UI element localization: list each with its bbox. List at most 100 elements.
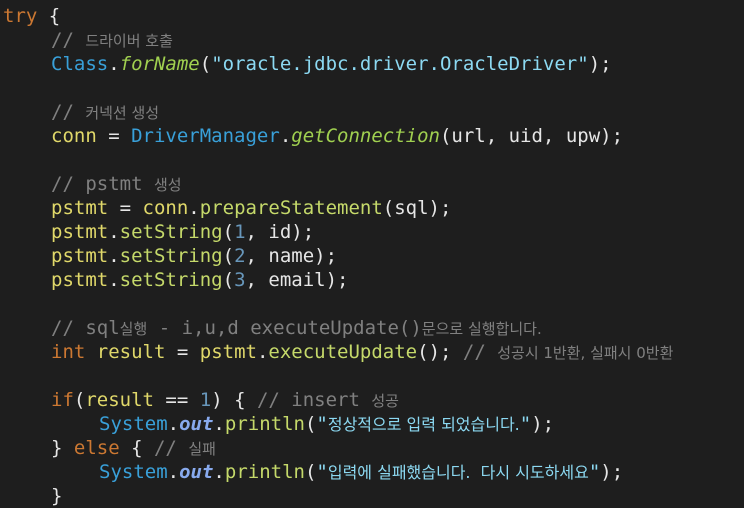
code-token: , id); <box>245 221 315 243</box>
code-token: = <box>108 197 143 219</box>
comment-text: 커넥션 생성 <box>85 104 160 122</box>
code-line-17: if(result == 1) { // insert 성공 <box>0 388 399 412</box>
keyword-else: else <box>73 437 120 459</box>
class-name: System <box>99 461 168 483</box>
number-literal: 1 <box>234 221 246 243</box>
comment: // sql실행 - i,u,d executeUpdate()문으로 실행합니… <box>51 317 542 339</box>
code-editor[interactable]: try { // 드라이버 호출 Class.forName("oracle.j… <box>0 0 744 508</box>
code-token: . <box>108 245 120 267</box>
comment-text: // <box>51 29 86 51</box>
code-token: . <box>108 269 120 291</box>
number-literal: 2 <box>234 245 246 267</box>
comment-text: 성공 <box>371 392 399 410</box>
comment-text: 실행 <box>119 320 148 338</box>
code-token: ( <box>199 53 212 75</box>
code-line-6: conn = DriverManager.getConnection(url, … <box>0 124 623 148</box>
code-token: } <box>51 437 74 459</box>
method-name: prepareStatement <box>199 197 383 219</box>
method-name: getConnection <box>291 125 440 147</box>
code-token: ); <box>600 461 624 483</box>
string-text: 정상적으로 입력 되었습니다. <box>327 415 520 434</box>
comment-text: 실패 <box>188 440 216 458</box>
code-token: . <box>279 125 292 147</box>
field-name: out <box>179 461 214 483</box>
code-token: . <box>108 221 120 243</box>
code-token: { <box>119 437 154 459</box>
code-token: . <box>188 197 200 219</box>
code-line-3: Class.forName("oracle.jdbc.driver.Oracle… <box>0 52 612 76</box>
code-token: ( <box>222 245 235 267</box>
variable-name: conn <box>142 197 189 219</box>
code-token: (sql); <box>382 197 452 219</box>
keyword-int: int <box>51 341 86 363</box>
class-name: System <box>99 413 168 435</box>
variable-name: pstmt <box>51 245 109 267</box>
string-text: " <box>316 461 328 483</box>
code-line-8: // pstmt 생성 <box>0 172 182 196</box>
comment: // 실패 <box>154 437 216 459</box>
comment-text: 문으로 실행합니다. <box>421 320 542 338</box>
method-name: setString <box>119 245 223 267</box>
code-line-11: pstmt.setString(2, name); <box>0 244 337 268</box>
comment-text: 생성 <box>153 176 182 194</box>
comment: // 커넥션 생성 <box>51 101 159 123</box>
code-token: (); <box>417 341 463 363</box>
method-name: setString <box>119 269 223 291</box>
code-line-9: pstmt = conn.prepareStatement(sql); <box>0 196 451 220</box>
class-name: Class <box>51 53 109 75</box>
class-name: DriverManager <box>131 125 280 147</box>
code-token: . <box>108 53 120 75</box>
comment-text: // <box>153 437 189 459</box>
code-line-14: // sql실행 - i,u,d executeUpdate()문으로 실행합니… <box>0 316 542 340</box>
string-text: 입력에 실패했습니다. 다시 시도하세요 <box>327 463 589 482</box>
code-token: } <box>51 485 63 507</box>
method-name: executeUpdate <box>268 341 418 363</box>
method-name: println <box>224 413 305 435</box>
code-token: ); <box>588 53 612 75</box>
code-token: ( <box>304 413 317 435</box>
code-token: . <box>213 413 225 435</box>
code-line-15: int result = pstmt.executeUpdate(); // 성… <box>0 340 673 364</box>
code-token: ( <box>304 461 317 483</box>
string-literal: "oracle.jdbc.driver.OracleDriver" <box>211 53 589 75</box>
keyword-if: if <box>51 389 74 411</box>
comment-text: // pstmt <box>51 173 154 195</box>
field-name: out <box>179 413 214 435</box>
comment-text: // <box>51 101 86 123</box>
code-token: ( <box>73 389 86 411</box>
code-token: = <box>96 125 132 147</box>
string-text: " <box>588 461 601 483</box>
variable-name: pstmt <box>199 341 257 363</box>
string-text: " <box>316 413 328 435</box>
method-name: forName <box>119 53 200 75</box>
variable-name: conn <box>51 125 97 147</box>
comment-text: 성공시 1반환, 실패시 0반환 <box>497 344 674 362</box>
code-token: (url, uid, upw); <box>439 125 624 147</box>
comment: // pstmt 생성 <box>51 173 182 195</box>
code-token: . <box>213 461 225 483</box>
code-token: ) { <box>211 389 257 411</box>
code-line-12: pstmt.setString(3, email); <box>0 268 348 292</box>
code-token: . <box>167 413 180 435</box>
comment-text: - i,u,d executeUpdate() <box>147 317 422 339</box>
variable-name: pstmt <box>51 269 109 291</box>
code-line-2: // 드라이버 호출 <box>0 28 173 52</box>
code-token: . <box>167 461 180 483</box>
string-literal: "입력에 실패했습니다. 다시 시도하세요" <box>316 461 600 483</box>
code-line-20: System.out.println("입력에 실패했습니다. 다시 시도하세요… <box>0 460 623 484</box>
code-line-18: System.out.println("정상적으로 입력 되었습니다."); <box>0 412 554 436</box>
code-line-10: pstmt.setString(1, id); <box>0 220 314 244</box>
comment-text: // <box>462 341 498 363</box>
code-line-5: // 커넥션 생성 <box>0 100 159 124</box>
method-name: println <box>224 461 305 483</box>
string-literal: "정상적으로 입력 되었습니다." <box>316 413 531 435</box>
keyword-try: try <box>3 5 38 27</box>
code-line-1: try { <box>0 4 60 28</box>
comment-text: // insert <box>256 389 372 411</box>
code-token: == <box>153 389 200 411</box>
comment-text: 드라이버 호출 <box>85 32 173 50</box>
variable-name: result <box>96 341 166 363</box>
code-token: ); <box>531 413 555 435</box>
code-token: , email); <box>245 269 349 291</box>
